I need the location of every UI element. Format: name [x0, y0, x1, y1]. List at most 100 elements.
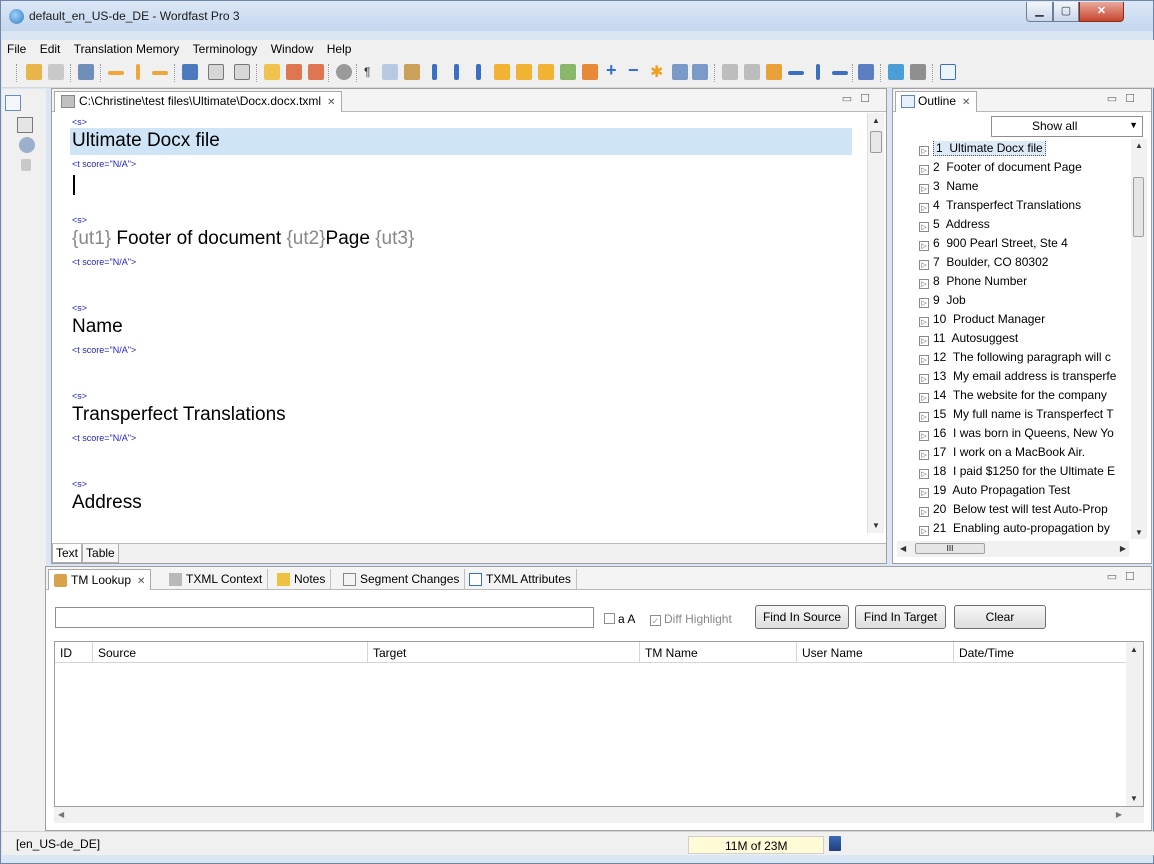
outline-item[interactable]: ▷ 10 Product Manager [913, 312, 1125, 331]
tab-txml-attributes[interactable]: TXML Attributes [464, 569, 577, 590]
spellcheck-icon[interactable] [858, 64, 874, 80]
trash-icon[interactable] [829, 836, 841, 851]
tab-table[interactable]: Table [82, 544, 119, 563]
perspective-icon[interactable] [5, 95, 21, 111]
expand-icon[interactable]: ▷ [919, 507, 929, 517]
close-tab-icon[interactable]: ✕ [327, 97, 335, 108]
table-horizontal-scrollbar[interactable]: ◀ ▶ [54, 807, 1144, 823]
asterisk-icon[interactable]: ✱ [650, 62, 666, 81]
source-segment[interactable]: Ultimate Docx file [70, 128, 852, 155]
scroll-down-icon[interactable]: ▼ [1130, 794, 1138, 803]
copy-tags-icon[interactable] [404, 64, 420, 80]
outline-item[interactable]: ▷ 7 Boulder, CO 80302 [913, 255, 1125, 274]
outline-item[interactable]: ▷ 17 I work on a MacBook Air. [913, 445, 1125, 464]
database-icon[interactable] [21, 159, 31, 171]
tab-segment-changes[interactable]: Segment Changes [338, 569, 466, 590]
menu-help[interactable]: Help [322, 40, 357, 56]
scroll-up-icon[interactable]: ▲ [872, 116, 880, 125]
scroll-right-icon[interactable]: ▶ [1116, 810, 1122, 819]
outline-item[interactable]: ▷ 4 Transperfect Translations [913, 198, 1125, 217]
match-case-checkbox[interactable]: a A [604, 612, 635, 626]
source-segment[interactable]: Name [70, 314, 852, 341]
terminology-icon[interactable] [308, 64, 324, 80]
commit-icon[interactable] [182, 64, 198, 80]
expand-icon[interactable]: ▷ [919, 374, 929, 384]
filter-icon[interactable] [672, 64, 688, 80]
arrow-updown-icon[interactable] [476, 64, 481, 80]
edit-icon[interactable] [940, 64, 956, 80]
open-project-icon[interactable] [26, 64, 42, 80]
expand-icon[interactable]: ▷ [919, 336, 929, 346]
scroll-down-icon[interactable]: ▼ [872, 521, 880, 530]
outline-item[interactable]: ▷ 6 900 Pearl Street, Ste 4 [913, 236, 1125, 255]
maximize-pane-icon[interactable]: ☐ [1125, 93, 1143, 105]
outline-item[interactable]: ▷ 21 Enabling auto-propagation by [913, 521, 1125, 537]
minimize-pane-icon[interactable]: ▭ [1107, 571, 1125, 583]
menu-file[interactable]: File [2, 40, 31, 56]
search-icon[interactable] [19, 137, 35, 153]
menu-translation-memory[interactable]: Translation Memory [69, 40, 185, 56]
outline-item[interactable]: ▷ 8 Phone Number [913, 274, 1125, 293]
flash-icon[interactable] [766, 64, 782, 80]
close-tab-icon[interactable]: ✕ [962, 97, 970, 108]
checkbox-box[interactable]: ✓ [650, 615, 661, 626]
outline-item[interactable]: ▷ 12 The following paragraph will c [913, 350, 1125, 369]
scroll-right-icon[interactable]: ▶ [1120, 544, 1126, 553]
expand-icon[interactable]: ▷ [919, 222, 929, 232]
close-button[interactable]: ✕ [1079, 2, 1124, 22]
tab-text[interactable]: Text [52, 544, 83, 563]
scroll-down-icon[interactable]: ▼ [1135, 528, 1143, 537]
previous-segment-icon[interactable] [108, 71, 124, 75]
down-icon[interactable] [816, 64, 820, 80]
expand-icon[interactable]: ▷ [919, 393, 929, 403]
checkbox-box[interactable] [604, 613, 615, 624]
menu-terminology[interactable]: Terminology [188, 40, 263, 56]
prev-icon[interactable] [788, 71, 804, 75]
outline-horizontal-scrollbar[interactable]: ◀ III ▶ [897, 541, 1129, 557]
expand-icon[interactable]: ▷ [919, 146, 929, 156]
outline-item[interactable]: ▷ 5 Address [913, 217, 1125, 236]
outline-item[interactable]: ▷ 18 I paid $1250 for the Ultimate E [913, 464, 1125, 483]
tab-txml-context[interactable]: TXML Context [164, 569, 269, 590]
scroll-thumb[interactable]: III [915, 543, 985, 554]
expand-icon[interactable]: ▷ [919, 298, 929, 308]
settings-gear-icon[interactable] [336, 64, 352, 80]
scroll-thumb[interactable] [870, 131, 882, 153]
expand-icon[interactable]: ▷ [919, 431, 929, 441]
maximize-button[interactable]: ▢ [1053, 2, 1079, 22]
scroll-thumb[interactable] [1133, 177, 1144, 237]
minimize-pane-icon[interactable]: ▭ [1107, 93, 1125, 105]
outline-vertical-scrollbar[interactable]: ▲ ▼ [1131, 139, 1147, 539]
expand-icon[interactable]: ▷ [919, 165, 929, 175]
outline-item[interactable]: ▷ 9 Job [913, 293, 1125, 312]
find-in-source-button[interactable]: Find In Source [755, 605, 849, 629]
next-icon[interactable] [832, 71, 848, 75]
source-segment[interactable]: Address [70, 490, 852, 517]
expand-icon[interactable] [208, 64, 224, 80]
column-header-target[interactable]: Target [368, 642, 640, 663]
merge-icon[interactable] [744, 64, 760, 80]
table-vertical-scrollbar[interactable]: ▲ ▼ [1126, 642, 1143, 806]
outline-item[interactable]: ▷ 2 Footer of document Page [913, 160, 1125, 179]
expand-icon[interactable]: ▷ [919, 203, 929, 213]
scroll-up-icon[interactable]: ▲ [1135, 141, 1143, 150]
expand-icon[interactable]: ▷ [919, 317, 929, 327]
menu-window[interactable]: Window [266, 40, 319, 56]
tm-search-input[interactable] [55, 607, 594, 628]
inline-tag[interactable]: {ut1} [72, 228, 111, 249]
outline-item[interactable]: ▷ 3 Name [913, 179, 1125, 198]
lightning-icon[interactable] [582, 64, 598, 80]
source-segment[interactable]: Transperfect Translations [70, 402, 852, 429]
save-icon[interactable] [48, 64, 64, 80]
expand-icon[interactable]: ▷ [919, 184, 929, 194]
expand-icon[interactable]: ▷ [919, 488, 929, 498]
next-segment-icon[interactable] [152, 71, 168, 75]
expand-icon[interactable]: ▷ [919, 279, 929, 289]
arrow-up-icon[interactable] [454, 64, 459, 80]
column-header-id[interactable]: ID [55, 642, 93, 663]
menu-edit[interactable]: Edit [35, 40, 66, 56]
tm-lookup-icon[interactable] [264, 64, 280, 80]
export-icon[interactable] [910, 64, 926, 80]
concordance-icon[interactable] [286, 64, 302, 80]
pilcrow-icon[interactable]: ¶ [364, 65, 380, 81]
